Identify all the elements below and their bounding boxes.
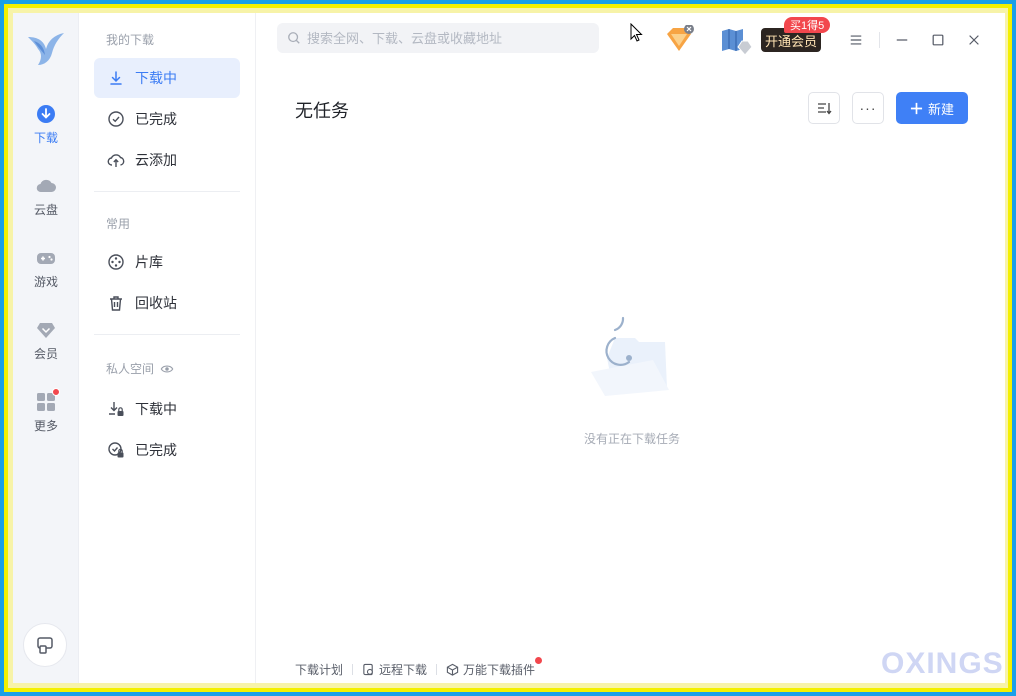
notification-dot: [535, 656, 543, 664]
search-bar[interactable]: [277, 23, 599, 53]
section-title-label: 私人空间: [106, 362, 155, 376]
rail-item-download[interactable]: 下载: [13, 103, 79, 159]
footer-bar: 下载计划 远程下载 万能下载插件: [295, 656, 543, 678]
menu-item-cloud-add[interactable]: 云添加: [94, 140, 240, 180]
menu-item-label: 下载中: [135, 401, 177, 417]
menu-item-private-completed[interactable]: 已完成: [94, 430, 240, 470]
maximize-icon: [932, 34, 944, 46]
mouse-cursor-icon: [630, 23, 643, 42]
empty-state-text: 没有正在下载任务: [583, 432, 680, 446]
section-title-my-downloads: 我的下载: [106, 33, 155, 47]
film-reel-icon: [108, 254, 124, 270]
close-icon: [969, 35, 979, 45]
download-schedule-link[interactable]: 下载计划: [295, 661, 343, 678]
map-gift-icon: [722, 29, 753, 56]
menu-item-label: 下载中: [135, 70, 177, 86]
new-task-label: 新建: [927, 101, 954, 117]
sort-icon: [818, 103, 832, 115]
side-menu: 我的下载 下载中 已完成 云添加 常用 片库 回收站 私人空间 下载中 已完成: [80, 13, 256, 683]
minimize-icon: [896, 39, 908, 41]
rail-item-label: 更多: [33, 419, 58, 433]
cloud-icon: [35, 175, 57, 197]
diamond-rewards-button[interactable]: [663, 24, 697, 60]
divider: [94, 334, 240, 335]
plugin-link[interactable]: 万能下载插件: [446, 656, 543, 678]
close-button[interactable]: [964, 30, 984, 50]
section-title-private-space: 私人空间: [106, 360, 174, 377]
divider: [352, 663, 354, 675]
menu-item-label: 已完成: [135, 442, 177, 458]
guide-map-button[interactable]: [720, 27, 754, 62]
plus-icon: [910, 102, 923, 114]
menu-item-label: 已完成: [135, 111, 177, 127]
cube-icon: [446, 663, 459, 676]
trash-icon: [110, 296, 122, 311]
orange-diamond-icon: [667, 24, 694, 51]
remote-download-link[interactable]: 远程下载: [362, 661, 427, 678]
rail-item-label: 下载: [33, 131, 58, 145]
rail-item-label: 会员: [33, 347, 58, 361]
download-lock-icon: [109, 402, 124, 416]
rail-item-label: 云盘: [33, 203, 58, 217]
cloud-upload-icon: [107, 154, 125, 167]
promo-badge: 买1得5: [784, 17, 831, 33]
divider: [879, 32, 880, 48]
rail-item-label: 游戏: [33, 275, 58, 289]
footer-label: 远程下载: [379, 662, 428, 677]
eye-icon[interactable]: [160, 362, 174, 376]
empty-folder-illustration: [591, 316, 669, 396]
notification-dot: [52, 388, 60, 396]
rail-item-more[interactable]: 更多: [13, 388, 79, 447]
footer-label: 下载计划: [295, 662, 344, 677]
maximize-button[interactable]: [928, 30, 948, 50]
diamond-icon: [35, 319, 57, 341]
menu-item-completed[interactable]: 已完成: [94, 99, 240, 139]
feedback-icon: [37, 637, 53, 654]
menu-item-label: 云添加: [135, 152, 177, 168]
footer-label: 万能下载插件: [463, 662, 536, 677]
search-input[interactable]: [307, 30, 587, 46]
remote-icon: [363, 663, 373, 675]
sort-button[interactable]: [808, 92, 840, 124]
section-title-common: 常用: [106, 217, 131, 231]
menu-item-label: 片库: [135, 254, 163, 270]
app-logo-icon: [28, 33, 64, 65]
apps-grid-icon: [35, 388, 60, 413]
left-rail: 下载 云盘 游戏 会员 更多: [13, 13, 79, 683]
watermark: OXINGS: [881, 647, 1004, 680]
gamepad-icon: [35, 247, 57, 269]
menu-item-library[interactable]: 片库: [94, 242, 240, 282]
divider: [94, 191, 240, 192]
rail-item-cloud[interactable]: 云盘: [13, 175, 79, 231]
check-lock-icon: [108, 442, 124, 458]
menu-item-label: 回收站: [135, 295, 177, 311]
minimize-button[interactable]: [892, 30, 912, 50]
rail-item-vip[interactable]: 会员: [13, 319, 79, 375]
download-arrow-icon: [110, 71, 122, 85]
feedback-button[interactable]: [23, 623, 67, 667]
menu-item-private-downloading[interactable]: 下载中: [94, 389, 240, 429]
download-circle-icon: [35, 103, 57, 125]
check-circle-icon: [108, 111, 124, 127]
rail-item-games[interactable]: 游戏: [13, 247, 79, 303]
menu-item-downloading[interactable]: 下载中: [94, 58, 240, 98]
divider: [436, 663, 438, 675]
app-window: 下载 云盘 游戏 会员 更多 我的下载 下载中 已完成 云添加 常用 片库 回收…: [13, 13, 1005, 683]
new-task-button[interactable]: 新建: [896, 92, 968, 124]
main-menu-button[interactable]: [846, 30, 866, 50]
more-options-button[interactable]: ···: [852, 92, 884, 124]
search-icon: [288, 32, 300, 44]
menu-item-recycle-bin[interactable]: 回收站: [94, 283, 240, 323]
page-title: 无任务: [295, 101, 349, 121]
hamburger-icon: [850, 35, 862, 45]
